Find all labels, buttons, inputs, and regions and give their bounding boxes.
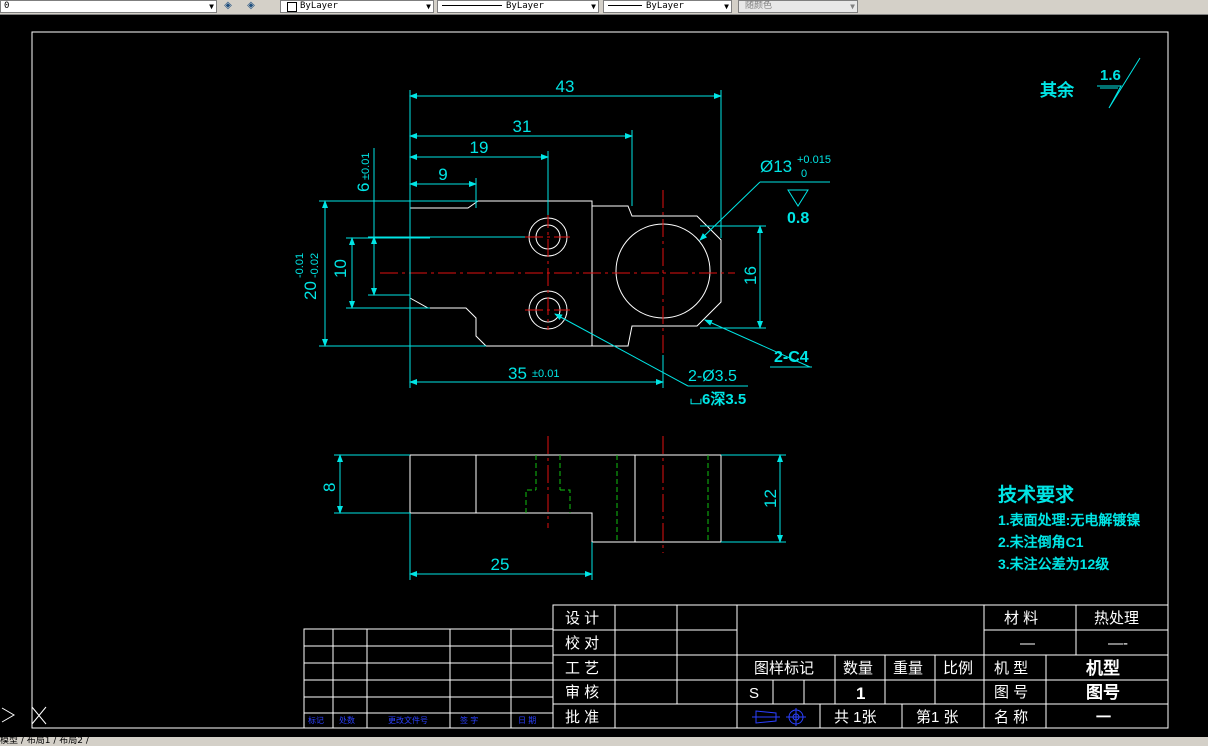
side-view — [409, 454, 722, 543]
chevron-down-icon: ▼ — [724, 2, 729, 11]
dim-6: 6 — [354, 183, 373, 192]
color-value: ByLayer — [300, 1, 338, 11]
tb-label-check: 校 对 — [565, 635, 599, 652]
linetype-value: ByLayer — [506, 1, 544, 11]
tb-drawno-label: 图 号 — [994, 684, 1028, 701]
hidden-lines — [525, 455, 709, 542]
dim-20-tol-up: -0.01 — [294, 253, 306, 278]
properties-toolbar: 0 ▼ ◈ ◈ ByLayer ▼ ByLayer ▼ ByLayer ▼ 随颜… — [0, 0, 1208, 15]
chevron-down-icon: ▼ — [850, 2, 855, 11]
tb-material-label: 材 料 — [1004, 610, 1038, 627]
chevron-down-icon: ▼ — [591, 2, 596, 11]
layout-tabs[interactable]: 模型 / 布局1 / 布局2 / — [0, 737, 89, 746]
tb-name-label: 名 称 — [994, 709, 1028, 726]
holes-depth-note: ⌴6深3.5 — [690, 390, 746, 408]
tb-header-mark: 图样标记 — [754, 660, 814, 677]
linetype-combo[interactable]: ByLayer ▼ — [437, 0, 599, 13]
tech-req-title: 技术要求 — [998, 483, 1075, 506]
tb-sheet-no: 第1 张 — [916, 708, 959, 726]
tb-drawno-value: 图号 — [1086, 683, 1120, 702]
side-centerlines — [547, 436, 664, 553]
other-surface-label: 其余 — [1040, 80, 1075, 100]
tb-model-value: 机型 — [1086, 658, 1120, 678]
dim-dia13-tol-up: +0.015 — [797, 154, 831, 166]
color-swatch — [287, 2, 297, 12]
title-block — [303, 604, 1169, 729]
layer-value: 0 — [4, 1, 10, 11]
layer-previous-icon[interactable]: ◈ — [244, 0, 258, 12]
dim-35: 35 — [508, 364, 527, 383]
tb-label-design: 设 计 — [565, 610, 599, 627]
tb-model-label: 机 型 — [994, 660, 1028, 677]
holes-note: 2-Ø3.5 — [688, 368, 737, 385]
rev-label-count: 处数 — [339, 715, 355, 725]
tb-material-value: — — [1020, 635, 1035, 652]
dim-10: 10 — [331, 259, 350, 278]
dim-35-tol: ±0.01 — [532, 368, 559, 380]
dim-31: 31 — [513, 117, 532, 136]
linetype-sample — [442, 5, 502, 6]
plotstyle-combo: 随颜色 ▼ — [738, 0, 858, 13]
dim-6-tol: ±0.01 — [360, 153, 372, 180]
tb-label-review: 审 核 — [565, 684, 599, 701]
layout-tabs-bar[interactable]: 模型 / 布局1 / 布局2 / — [0, 737, 1208, 746]
tb-total-sheets: 共 1张 — [834, 709, 877, 726]
dim-dia13-tol-low: 0 — [801, 168, 807, 180]
ucs-icon — [1, 706, 47, 725]
tb-name-value: 一 — [1096, 709, 1111, 726]
tech-req-item-2: 2.未注倒角C1 — [998, 534, 1084, 550]
tb-header-qty: 数量 — [843, 660, 873, 677]
dim-19: 19 — [470, 138, 489, 157]
lineweight-combo[interactable]: ByLayer ▼ — [603, 0, 732, 13]
tb-label-process: 工 艺 — [565, 660, 599, 677]
roughness-08: 0.8 — [787, 210, 809, 227]
chevron-down-icon: ▼ — [209, 2, 214, 11]
tech-req-item-3: 3.未注公差为12级 — [998, 556, 1110, 572]
dim-9: 9 — [438, 165, 447, 184]
chamfer-note: 2-C4 — [774, 349, 809, 366]
projection-symbol-icon — [752, 708, 806, 726]
dim-20: 20 — [301, 281, 320, 300]
lineweight-value: ByLayer — [646, 1, 684, 11]
dim-43: 43 — [556, 77, 575, 96]
dim-8: 8 — [320, 483, 339, 492]
tb-heat-label: 热处理 — [1094, 610, 1139, 627]
plotstyle-value: 随颜色 — [745, 1, 773, 11]
other-surface-rough: 1.6 — [1100, 67, 1121, 84]
tech-req-item-1: 1.表面处理:无电解镀镍 — [998, 512, 1140, 528]
dim-20-tol-low: -0.02 — [309, 253, 321, 278]
color-combo[interactable]: ByLayer ▼ — [280, 0, 434, 13]
tb-qty-value: 1 — [856, 684, 865, 703]
rev-label-date: 日 期 — [518, 716, 536, 725]
tb-label-approve: 批 准 — [565, 709, 599, 726]
dim-16: 16 — [741, 266, 760, 285]
front-centerlines — [380, 190, 735, 355]
lineweight-sample — [608, 5, 642, 6]
dim-12: 12 — [761, 489, 780, 508]
dim-dia13: Ø13 — [760, 157, 792, 176]
layer-combo[interactable]: 0 ▼ — [0, 0, 217, 13]
chevron-down-icon: ▼ — [426, 2, 431, 11]
tb-header-scale: 比例 — [943, 660, 973, 677]
tb-mark-value: S — [749, 685, 759, 702]
dim-25: 25 — [491, 555, 510, 574]
rev-label-sign: 签 字 — [460, 715, 478, 725]
rev-label-mark: 标记 — [308, 715, 324, 725]
tb-header-weight: 重量 — [893, 660, 923, 677]
layer-manager-icon[interactable]: ◈ — [221, 0, 235, 12]
tb-heat-value: —- — [1108, 635, 1128, 652]
rev-label-docno: 更改文件号 — [388, 715, 428, 725]
drawing-canvas[interactable]: 43 31 19 9 35 ±0.01 25 6 ±0.01 20 -0.01 … — [0, 15, 1208, 737]
